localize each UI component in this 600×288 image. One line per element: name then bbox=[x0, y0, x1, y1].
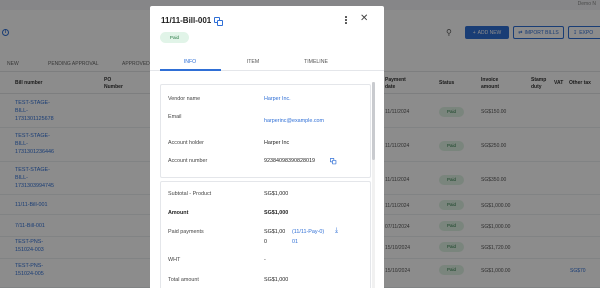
scrollbar-thumb[interactable] bbox=[372, 82, 375, 160]
paid-payments-label: Paid payments bbox=[168, 229, 204, 235]
subtotal-value: SG$1,000 bbox=[264, 191, 289, 197]
paid-payments-value-cont: 0 bbox=[264, 239, 267, 245]
account-number-value: 923840983908280​19 bbox=[264, 158, 315, 164]
amount-summary-card: Subtotal - Product SG$1,000 Amount SG$1,… bbox=[160, 181, 371, 288]
download-icon[interactable]: ⤓ bbox=[335, 227, 338, 235]
subtotal-label: Subtotal - Product bbox=[168, 191, 212, 197]
tab-info[interactable]: INFO bbox=[160, 59, 220, 65]
payment-ref-link-cont[interactable]: 01 bbox=[292, 239, 298, 245]
account-number-label: Account number bbox=[168, 158, 208, 164]
email-label: Email bbox=[168, 114, 182, 120]
copy-icon[interactable] bbox=[330, 158, 337, 165]
account-holder-value: Harper Inc bbox=[264, 140, 290, 146]
modal-title: 11/11-Bill-001 bbox=[161, 16, 212, 25]
copy-icon[interactable] bbox=[214, 17, 223, 26]
total-amount-value: SG$1,000 bbox=[264, 277, 289, 283]
payment-ref-link[interactable]: (11/11-Pay-0) bbox=[292, 229, 324, 235]
amount-label: Amount bbox=[168, 210, 189, 216]
vendor-name-label: Vendor name bbox=[168, 96, 201, 102]
vendor-info-card: Vendor name Harper Inc. Email harperinc@… bbox=[160, 84, 371, 178]
active-tab-indicator bbox=[160, 69, 221, 71]
tab-item[interactable]: ITEM bbox=[223, 59, 283, 65]
vendor-name-link[interactable]: Harper Inc. bbox=[264, 96, 291, 102]
status-badge: Paid bbox=[160, 32, 189, 43]
modal-tabs: INFO ITEM TIMELINE bbox=[150, 54, 384, 71]
tab-timeline[interactable]: TIMELINE bbox=[286, 59, 346, 65]
account-holder-label: Account holder bbox=[168, 140, 204, 146]
total-amount-label: Total amount bbox=[168, 277, 199, 283]
paid-payments-value: SG$1,00 bbox=[264, 229, 286, 235]
close-icon[interactable]: ✕ bbox=[360, 14, 368, 24]
more-options-icon[interactable] bbox=[343, 15, 349, 25]
bill-detail-modal: 11/11-Bill-001 ✕ Paid INFO ITEM TIMELINE… bbox=[150, 6, 384, 288]
wht-label: WHT bbox=[168, 257, 181, 263]
email-link[interactable]: harperinc@example.com bbox=[264, 118, 324, 124]
amount-value: SG$1,000 bbox=[264, 210, 289, 216]
wht-value: - bbox=[264, 257, 266, 263]
